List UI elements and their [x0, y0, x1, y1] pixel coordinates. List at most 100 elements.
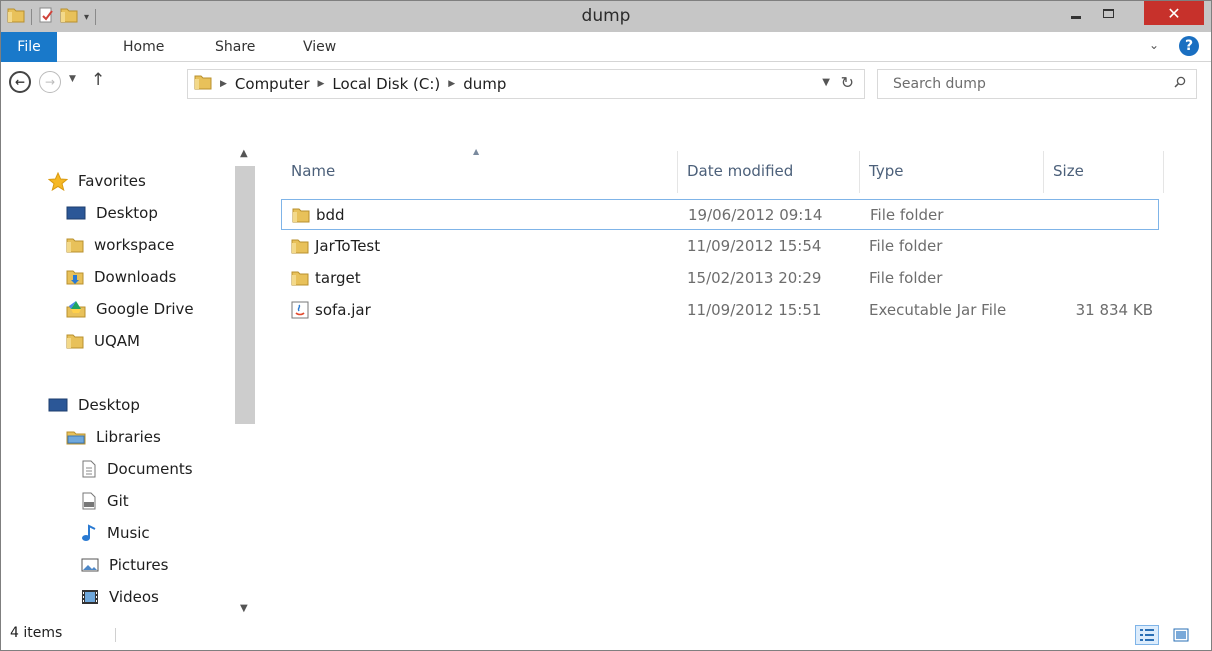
google-drive-icon: [66, 300, 86, 318]
nav-label: Documents: [107, 460, 193, 478]
column-divider[interactable]: [859, 151, 860, 193]
file-date: 15/02/2013 20:29: [687, 269, 822, 287]
nav-label: Libraries: [96, 428, 161, 446]
column-header-date-modified[interactable]: Date modified: [687, 144, 793, 198]
folder-icon: [292, 206, 310, 228]
back-button[interactable]: ←: [9, 71, 31, 93]
desktop-icon: [66, 205, 86, 221]
navigation-pane: Favorites Desktop workspace Downloads Go…: [1, 144, 233, 616]
tab-file[interactable]: File: [1, 32, 57, 62]
column-divider[interactable]: [677, 151, 678, 193]
chevron-right-icon[interactable]: ▶: [318, 79, 325, 89]
navigation-scrollbar[interactable]: ▲ ▼: [233, 144, 257, 616]
nav-desktop[interactable]: Desktop: [48, 391, 140, 419]
forward-button[interactable]: →: [39, 71, 61, 93]
expand-ribbon-icon[interactable]: ⌄: [1149, 38, 1159, 52]
column-header-type[interactable]: Type: [869, 144, 903, 198]
downloads-folder-icon: [66, 268, 84, 286]
nav-label: Downloads: [94, 268, 177, 286]
chevron-down-icon[interactable]: ▼: [822, 77, 830, 88]
column-divider[interactable]: [1163, 151, 1164, 193]
chevron-right-icon[interactable]: ▶: [448, 79, 455, 89]
nav-label: Desktop: [78, 396, 140, 414]
file-row[interactable]: target 15/02/2013 20:29 File folder: [281, 263, 1159, 294]
maximize-button[interactable]: [1092, 1, 1124, 25]
status-divider: [115, 628, 116, 642]
nav-fav-workspace[interactable]: workspace: [66, 231, 174, 259]
ribbon-tabs: File Home Share View ⌄ ?: [1, 32, 1211, 62]
close-button[interactable]: ✕: [1144, 1, 1204, 25]
nav-label: workspace: [94, 236, 175, 254]
file-date: 11/09/2012 15:54: [687, 237, 822, 255]
chevron-down-icon[interactable]: ▼: [240, 603, 248, 614]
nav-label: Git: [107, 492, 129, 510]
arrow-left-icon: ←: [14, 75, 26, 89]
nav-libraries[interactable]: Libraries: [66, 423, 161, 451]
address-bar[interactable]: ▶ Computer ▶ Local Disk (C:) ▶ dump ▼ ↻: [187, 69, 865, 99]
recent-locations-icon[interactable]: ▼: [69, 74, 76, 84]
details-view-button[interactable]: [1135, 625, 1159, 645]
address-row: ← → ▼ ↑ ▶ Computer ▶ Local Disk (C:) ▶ d…: [1, 62, 1211, 104]
file-name: sofa.jar: [315, 301, 371, 319]
sort-ascending-icon: ▲: [473, 147, 480, 156]
up-button[interactable]: ↑: [91, 70, 105, 90]
nav-lib-git[interactable]: Git: [81, 487, 129, 515]
window-title: dump: [581, 6, 631, 26]
scrollbar-thumb[interactable]: [235, 166, 255, 424]
nav-fav-uqam[interactable]: UQAM: [66, 327, 140, 355]
file-type: File folder: [870, 206, 944, 224]
nav-lib-documents[interactable]: Documents: [81, 455, 193, 483]
column-header-size[interactable]: Size: [1053, 144, 1084, 198]
tab-view[interactable]: View: [303, 39, 336, 55]
details-view-icon: [1140, 629, 1154, 641]
nav-fav-downloads[interactable]: Downloads: [66, 263, 176, 291]
breadcrumb-dump[interactable]: dump: [463, 75, 506, 93]
nav-label: Videos: [109, 588, 159, 606]
column-header-name[interactable]: Name: [291, 144, 335, 198]
title-bar[interactable]: ▾ dump ✕: [1, 1, 1211, 32]
search-input[interactable]: [878, 70, 1148, 98]
nav-fav-desktop[interactable]: Desktop: [66, 199, 158, 227]
nav-label: Desktop: [96, 204, 158, 222]
breadcrumb-local-disk[interactable]: Local Disk (C:): [332, 75, 440, 93]
large-icons-view-button[interactable]: [1169, 625, 1193, 645]
nav-lib-music[interactable]: Music: [81, 519, 150, 547]
refresh-icon[interactable]: ↻: [841, 73, 854, 92]
libraries-icon: [66, 428, 86, 446]
nav-fav-google-drive[interactable]: Google Drive: [66, 295, 194, 323]
tab-home[interactable]: Home: [123, 39, 164, 55]
file-row[interactable]: sofa.jar 11/09/2012 15:51 Executable Jar…: [281, 295, 1159, 326]
nav-label: Pictures: [109, 556, 169, 574]
nav-favorites[interactable]: Favorites: [48, 167, 146, 195]
star-icon: [48, 171, 68, 191]
nav-label: UQAM: [94, 332, 140, 350]
nav-lib-videos[interactable]: Videos: [81, 583, 159, 611]
file-row[interactable]: JarToTest 11/09/2012 15:54 File folder: [281, 231, 1159, 262]
tab-share[interactable]: Share: [215, 39, 255, 55]
git-library-icon: [81, 492, 97, 510]
file-date: 19/06/2012 09:14: [688, 206, 823, 224]
help-icon[interactable]: ?: [1179, 36, 1199, 56]
file-name: JarToTest: [315, 237, 381, 255]
chevron-right-icon[interactable]: ▶: [220, 79, 227, 89]
item-count: 4 items: [10, 625, 63, 641]
file-row[interactable]: bdd 19/06/2012 09:14 File folder: [281, 199, 1159, 230]
breadcrumb-computer[interactable]: Computer: [235, 75, 310, 93]
chevron-up-icon[interactable]: ▲: [240, 148, 248, 159]
close-icon: ✕: [1167, 3, 1181, 23]
nav-label: Google Drive: [96, 300, 194, 318]
maximize-icon: [1102, 8, 1114, 18]
nav-lib-pictures[interactable]: Pictures: [81, 551, 168, 579]
status-bar: 4 items: [1, 620, 1211, 650]
file-type: Executable Jar File: [869, 301, 1007, 319]
minimize-button[interactable]: [1060, 1, 1092, 25]
file-size: 31 834 KB: [1075, 301, 1153, 319]
file-type: File folder: [869, 237, 943, 255]
search-icon[interactable]: [1174, 76, 1186, 88]
folder-icon: [66, 236, 84, 254]
folder-icon: [194, 73, 212, 95]
column-divider[interactable]: [1043, 151, 1044, 193]
folder-icon: [291, 237, 309, 259]
explorer-window: ▾ dump ✕ File Home Share View ⌄ ? ← → ▼ …: [0, 0, 1212, 651]
folder-icon: [66, 332, 84, 350]
